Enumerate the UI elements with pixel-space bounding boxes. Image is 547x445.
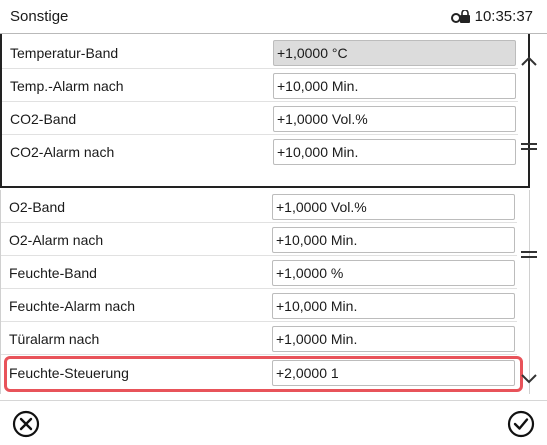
value-field-readonly: +1,0000 °C xyxy=(273,40,516,66)
row-co2-alarm-nach: CO2-Alarm nach +10,000 Min. xyxy=(2,137,518,168)
row-temp-alarm-nach: Temp.-Alarm nach +10,000 Min. xyxy=(2,71,518,102)
menu-lines-icon xyxy=(521,251,537,258)
row-co2-band: CO2-Band +1,0000 Vol.% xyxy=(2,104,518,135)
lock-key-icon xyxy=(450,9,470,23)
value-field[interactable]: +10,000 Min. xyxy=(272,293,515,319)
footer-bar xyxy=(0,400,547,445)
row-label: Feuchte-Alarm nach xyxy=(9,298,136,314)
value-field[interactable]: +2,0000 1 xyxy=(272,360,515,386)
scroll-up-button[interactable] xyxy=(514,46,544,76)
page-title: Sonstige xyxy=(10,8,69,25)
value-field[interactable]: +1,0000 Min. xyxy=(272,326,515,352)
title-bar: Sonstige 10:35:37 xyxy=(0,0,547,34)
row-feuchte-alarm-nach: Feuchte-Alarm nach +10,000 Min. xyxy=(1,291,517,322)
scroll-handle-2[interactable] xyxy=(514,240,544,270)
row-label: O2-Alarm nach xyxy=(9,232,104,248)
cancel-x-circle-icon xyxy=(12,410,40,438)
value-field[interactable]: +10,000 Min. xyxy=(273,139,516,165)
row-label: CO2-Alarm nach xyxy=(10,144,115,160)
row-label: Temperatur-Band xyxy=(10,45,119,61)
value-field[interactable]: +1,0000 Vol.% xyxy=(273,106,516,132)
scroll-down-button[interactable] xyxy=(514,364,544,394)
row-tueralarm-nach: Türalarm nach +1,0000 Min. xyxy=(1,324,517,355)
row-label: Temp.-Alarm nach xyxy=(10,78,124,94)
row-label: CO2-Band xyxy=(10,111,77,127)
row-feuchte-band: Feuchte-Band +1,0000 % xyxy=(1,258,517,289)
value-field[interactable]: +1,0000 % xyxy=(272,260,515,286)
chevron-down-icon xyxy=(521,374,537,384)
row-o2-band: O2-Band +1,0000 Vol.% xyxy=(1,192,517,223)
row-label: O2-Band xyxy=(9,199,66,215)
row-label: Feuchte-Band xyxy=(9,265,97,281)
clock: 10:35:37 xyxy=(450,8,533,25)
row-label: Türalarm nach xyxy=(9,331,100,347)
chevron-up-icon xyxy=(521,56,537,66)
value-field[interactable]: +1,0000 Vol.% xyxy=(272,194,515,220)
value-field[interactable]: +10,000 Min. xyxy=(273,73,516,99)
time-display: 10:35:37 xyxy=(474,8,533,25)
row-temperatur-band: Temperatur-Band +1,0000 °C xyxy=(2,38,518,69)
row-label: Feuchte-Steuerung xyxy=(9,365,129,381)
parameter-group-2: O2-Band +1,0000 Vol.% O2-Alarm nach +10,… xyxy=(0,190,530,394)
value-field[interactable]: +10,000 Min. xyxy=(272,227,515,253)
confirm-button[interactable] xyxy=(507,410,535,438)
row-feuchte-steuerung: Feuchte-Steuerung +2,0000 1 xyxy=(1,358,517,389)
row-o2-alarm-nach: O2-Alarm nach +10,000 Min. xyxy=(1,225,517,256)
cancel-button[interactable] xyxy=(12,410,40,438)
check-circle-icon xyxy=(507,410,535,438)
scroll-handle-1[interactable] xyxy=(514,132,544,162)
menu-lines-icon xyxy=(521,143,537,150)
parameter-group-1: Temperatur-Band +1,0000 °C Temp.-Alarm n… xyxy=(0,34,530,188)
